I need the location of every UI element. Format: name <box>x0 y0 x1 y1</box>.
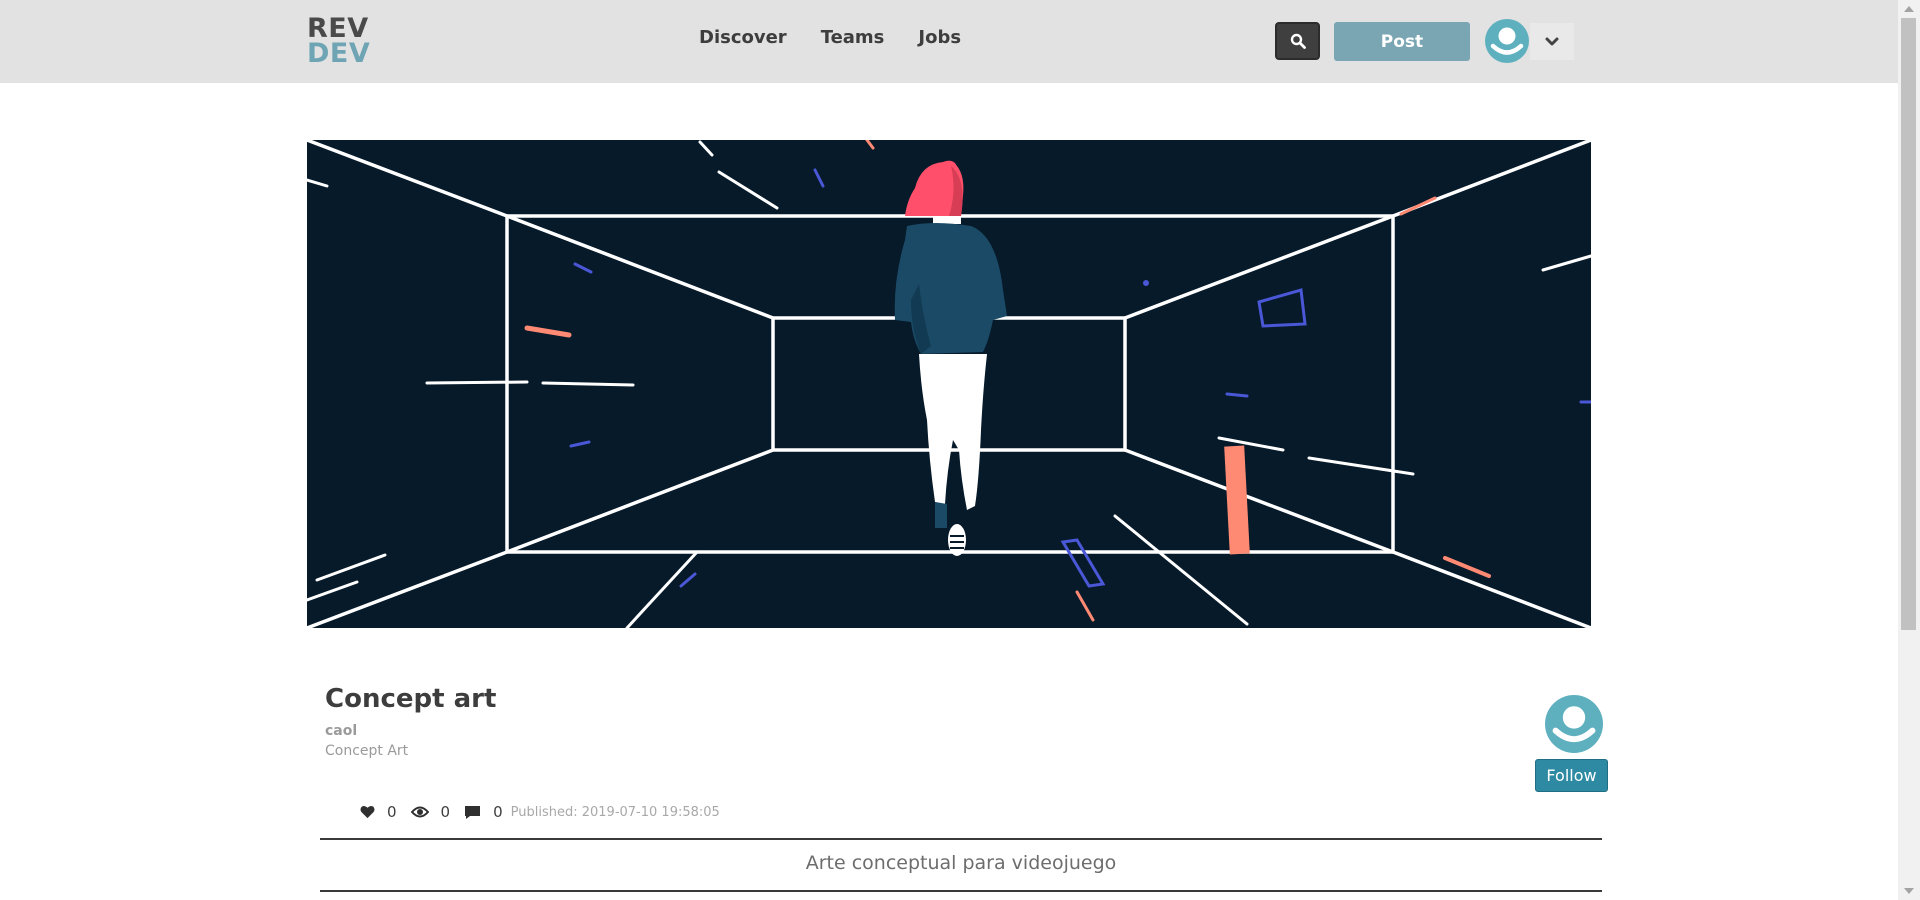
logo-line-dev: DEV <box>307 38 371 69</box>
heart-icon <box>360 805 375 819</box>
likes-stat[interactable]: 0 <box>360 803 397 821</box>
user-avatar[interactable] <box>1485 19 1529 63</box>
comment-icon <box>465 805 481 819</box>
nav-teams[interactable]: Teams <box>821 27 885 48</box>
nav-discover[interactable]: Discover <box>699 27 787 48</box>
eye-icon <box>410 806 429 818</box>
post-category: Concept Art <box>325 743 409 759</box>
views-stat: 0 <box>410 803 451 821</box>
top-navbar: REV DEV Discover Teams Jobs Post <box>0 0 1898 83</box>
user-avatar-icon <box>1545 695 1603 753</box>
comments-count: 0 <box>493 803 503 821</box>
follow-button[interactable]: Follow <box>1535 759 1608 792</box>
published-date: Published: 2019-07-10 19:58:05 <box>510 804 720 820</box>
post-author-link[interactable]: caol <box>325 723 357 739</box>
user-avatar-icon <box>1485 19 1529 63</box>
likes-count: 0 <box>387 803 397 821</box>
comments-stat[interactable]: 0 <box>464 803 503 821</box>
divider-bottom <box>320 890 1602 892</box>
scroll-down-arrow[interactable] <box>1904 888 1914 894</box>
divider-top <box>320 838 1602 840</box>
logo[interactable]: REV DEV <box>307 15 371 69</box>
scroll-up-arrow[interactable] <box>1904 6 1914 12</box>
nav-jobs[interactable]: Jobs <box>918 27 961 48</box>
scroll-thumb[interactable] <box>1901 18 1916 630</box>
concept-art-illustration <box>307 140 1591 628</box>
search-button[interactable] <box>1275 22 1320 60</box>
main-nav: Discover Teams Jobs <box>699 27 961 48</box>
views-count: 0 <box>440 803 451 821</box>
post-description: Arte conceptual para videojuego <box>805 852 1117 874</box>
user-menu-dropdown[interactable] <box>1530 23 1574 60</box>
chevron-down-icon <box>1545 37 1559 45</box>
search-icon <box>1290 33 1306 49</box>
page-scrollbar[interactable] <box>1898 0 1920 900</box>
post-hero-image <box>307 140 1591 628</box>
post-button[interactable]: Post <box>1334 22 1470 61</box>
author-avatar[interactable] <box>1545 695 1603 753</box>
post-stats: 0 0 0 Published: 2019-07-10 19:58:05 <box>360 803 720 821</box>
post-title: Concept art <box>325 684 497 714</box>
